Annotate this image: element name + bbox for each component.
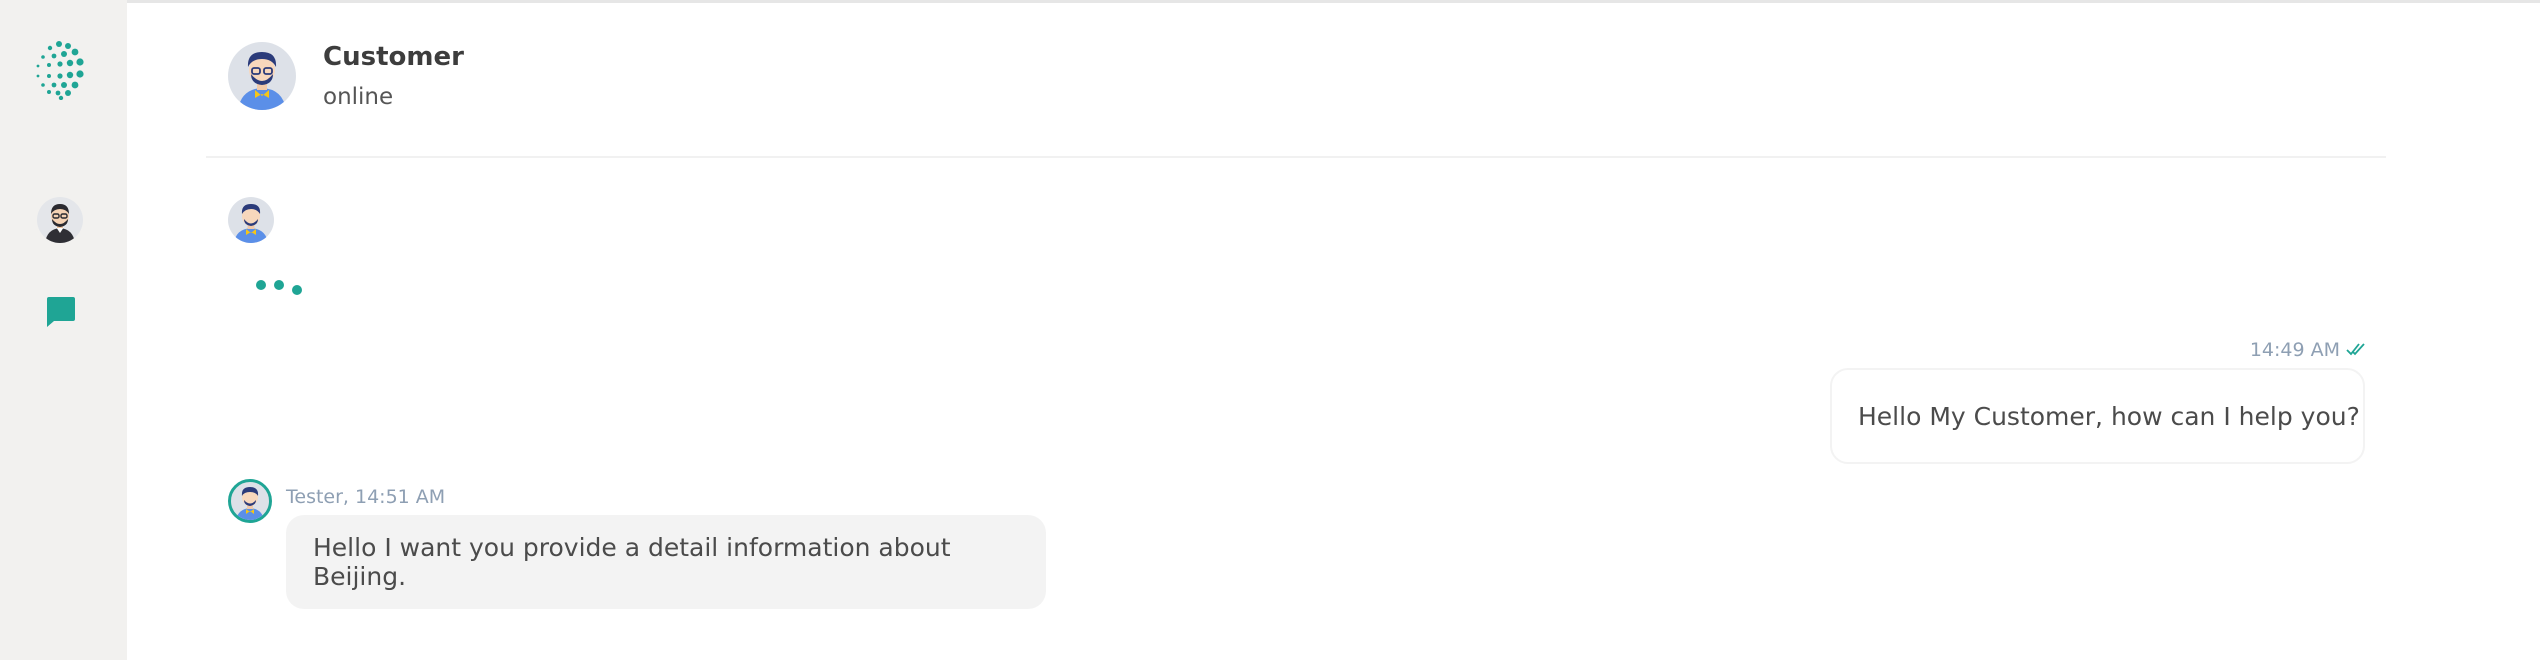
header-divider [206, 156, 2386, 158]
contact-status: online [323, 84, 394, 110]
tester-avatar-icon [228, 479, 272, 523]
message-time: 14:49 AM [2249, 339, 2340, 361]
customer-avatar-icon [228, 197, 274, 243]
chat-bubble-icon[interactable] [44, 295, 78, 329]
typing-dot [292, 285, 302, 295]
outgoing-message-bubble: Hello My Customer, how can I help you? [1830, 368, 2365, 464]
top-border [0, 0, 2540, 3]
typing-dot [256, 280, 266, 290]
sidebar [0, 0, 127, 660]
outgoing-message-meta: 14:49 AM [2250, 339, 2366, 361]
customer-avatar-icon [228, 42, 296, 110]
dots-logo-icon[interactable] [31, 40, 87, 101]
typing-indicator [254, 276, 306, 296]
contact-name: Customer [323, 42, 464, 72]
user-avatar-icon[interactable] [37, 197, 83, 243]
message-text: Hello My Customer, how can I help you? [1858, 401, 2360, 431]
incoming-message-meta: Tester, 14:51 AM [286, 486, 446, 508]
typing-dot [274, 280, 284, 290]
message-text: Hello I want you provide a detail inform… [313, 533, 951, 591]
incoming-message-bubble: Hello I want you provide a detail inform… [286, 515, 1046, 609]
double-check-icon [2346, 339, 2366, 361]
